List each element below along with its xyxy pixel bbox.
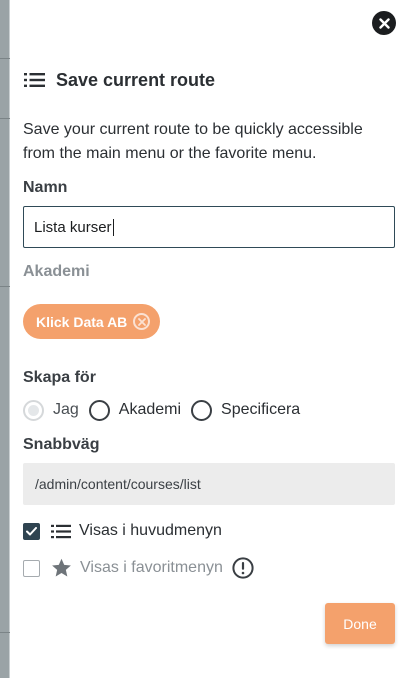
- academy-label: Akademi: [23, 263, 90, 280]
- radio-option-specificera[interactable]: Specificera: [191, 399, 301, 421]
- radio-label-akademi: Akademi: [118, 401, 182, 418]
- done-button[interactable]: Done: [325, 603, 395, 644]
- dialog-description: Save your current route to be quickly ac…: [23, 121, 363, 162]
- checkmark-icon: [26, 526, 37, 535]
- list-icon: [24, 73, 45, 87]
- main-menu-option: Visas i huvudmenyn: [23, 519, 222, 543]
- name-input-value: Lista kurser: [34, 218, 112, 236]
- radio-circle: [191, 399, 213, 421]
- shortcut-label: Snabbväg: [23, 436, 100, 453]
- dialog-header: Save current route: [24, 68, 215, 92]
- radio-option-akademi[interactable]: Akademi: [88, 399, 182, 421]
- name-input[interactable]: Lista kurser: [23, 206, 395, 248]
- create-for-label: Skapa för: [23, 369, 96, 386]
- radio-option-jag[interactable]: Jag: [23, 399, 79, 421]
- close-button[interactable]: [372, 11, 396, 35]
- radio-circle: [88, 399, 110, 421]
- background-overlay: [0, 0, 10, 678]
- star-icon: [51, 558, 72, 578]
- academy-chip-label: Klick Data AB: [36, 313, 128, 330]
- favorite-menu-option: Visas i favoritmenyn: [23, 556, 254, 580]
- shortcut-path-field: /admin/content/courses/list: [23, 463, 395, 505]
- main-menu-checkbox[interactable]: [23, 522, 40, 540]
- dialog-title: Save current route: [56, 69, 216, 90]
- exclamation-circle-icon[interactable]: [232, 557, 254, 579]
- favorite-menu-label: Visas i favoritmenyn: [80, 559, 223, 576]
- remove-chip-icon[interactable]: [133, 313, 150, 330]
- save-route-panel: Save current route Save your current rou…: [11, 0, 409, 678]
- radio-circle-selected: [23, 399, 44, 421]
- close-icon: [378, 17, 390, 29]
- text-caret: [112, 218, 114, 236]
- create-for-radio-group: Jag Akademi Specificera: [23, 398, 310, 422]
- list-icon: [51, 524, 71, 539]
- name-label: Namn: [23, 179, 68, 196]
- favorite-menu-checkbox[interactable]: [23, 559, 40, 577]
- radio-label-jag: Jag: [53, 401, 79, 418]
- academy-chip: Klick Data AB: [23, 304, 160, 339]
- main-menu-label: Visas i huvudmenyn: [79, 522, 222, 539]
- radio-label-specificera: Specificera: [221, 401, 301, 418]
